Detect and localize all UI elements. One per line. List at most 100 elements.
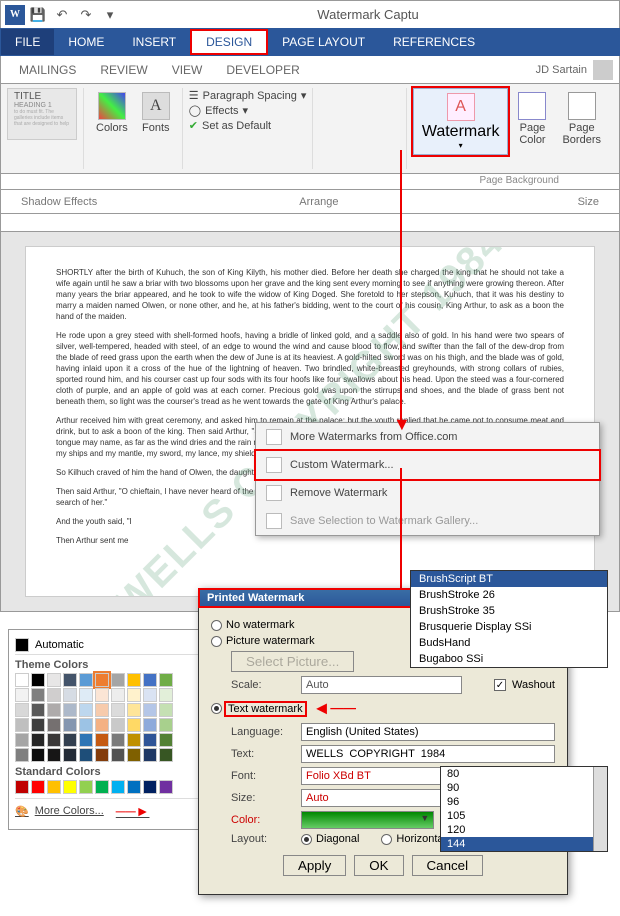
tab-references[interactable]: REFERENCES (379, 29, 489, 55)
color-swatch[interactable] (127, 703, 141, 717)
color-swatch[interactable] (95, 673, 109, 687)
color-swatch[interactable] (15, 748, 29, 762)
color-swatch[interactable] (127, 688, 141, 702)
color-swatch[interactable] (31, 780, 45, 794)
color-swatch[interactable] (63, 780, 77, 794)
color-swatch[interactable] (15, 733, 29, 747)
color-swatch[interactable] (143, 733, 157, 747)
color-swatch[interactable] (143, 748, 157, 762)
tab-insert[interactable]: INSERT (118, 29, 190, 55)
user-avatar-icon[interactable] (593, 60, 613, 80)
text-input[interactable] (301, 745, 555, 763)
color-swatch[interactable] (15, 780, 29, 794)
color-swatch[interactable] (143, 688, 157, 702)
size-option[interactable]: 96 (441, 795, 607, 809)
menu-more-watermarks[interactable]: More Watermarks from Office.com (256, 423, 599, 451)
color-swatch[interactable] (111, 780, 125, 794)
size-option[interactable]: 120 (441, 823, 607, 837)
tab-design[interactable]: DESIGN (190, 29, 268, 55)
qat-dropdown-icon[interactable]: ▾ (99, 4, 121, 26)
automatic-color[interactable]: Automatic (15, 636, 201, 655)
size-option[interactable]: 105 (441, 809, 607, 823)
color-swatch[interactable] (31, 718, 45, 732)
color-swatch[interactable] (47, 748, 61, 762)
watermark-button[interactable]: A Watermark ▾ (413, 88, 509, 155)
color-swatch[interactable] (47, 673, 61, 687)
font-option[interactable]: Brusquerie Display SSi (411, 619, 607, 635)
color-swatch[interactable] (63, 748, 77, 762)
color-swatch[interactable] (95, 703, 109, 717)
color-swatch[interactable] (79, 733, 93, 747)
size-option[interactable]: 80 (441, 767, 607, 781)
size-list-popup[interactable]: 80 90 96 105 120 144 (440, 766, 608, 852)
paragraph-spacing-button[interactable]: ☰ Paragraph Spacing ▾ (189, 88, 307, 103)
color-swatch[interactable] (127, 780, 141, 794)
color-swatch[interactable] (79, 718, 93, 732)
color-swatch[interactable] (63, 673, 77, 687)
undo-icon[interactable]: ↶ (51, 4, 73, 26)
ruler[interactable] (0, 214, 620, 232)
apply-button[interactable]: Apply (283, 855, 346, 876)
menu-remove-watermark[interactable]: Remove Watermark (256, 479, 599, 507)
more-colors[interactable]: 🎨More Colors...──► (15, 798, 201, 823)
font-option[interactable]: BrushStroke 35 (411, 603, 607, 619)
color-picker-button[interactable] (301, 811, 434, 829)
color-swatch[interactable] (159, 688, 173, 702)
color-swatch[interactable] (79, 673, 93, 687)
color-swatch[interactable] (95, 733, 109, 747)
color-swatch[interactable] (63, 733, 77, 747)
font-option[interactable]: BudsHand (411, 635, 607, 651)
radio-diagonal[interactable]: Diagonal (301, 833, 359, 845)
color-swatch[interactable] (95, 688, 109, 702)
color-swatch[interactable] (47, 780, 61, 794)
color-swatch[interactable] (111, 673, 125, 687)
color-swatch[interactable] (15, 688, 29, 702)
color-swatch[interactable] (127, 733, 141, 747)
tab-mailings[interactable]: MAILINGS (7, 63, 88, 77)
radio-horizontal[interactable]: Horizontal (381, 833, 446, 845)
color-swatch[interactable] (159, 748, 173, 762)
tab-file[interactable]: FILE (1, 29, 54, 55)
radio-text-watermark[interactable]: Text watermark◄── (211, 698, 555, 719)
color-swatch[interactable] (15, 718, 29, 732)
color-swatch[interactable] (159, 703, 173, 717)
tab-page-layout[interactable]: PAGE LAYOUT (268, 29, 379, 55)
font-option[interactable]: BrushStroke 26 (411, 587, 607, 603)
color-swatch[interactable] (95, 718, 109, 732)
color-swatch[interactable] (79, 688, 93, 702)
color-swatch[interactable] (79, 748, 93, 762)
style-preview[interactable]: TITLE HEADING 1 to do must fit. The gall… (7, 88, 77, 140)
font-option[interactable]: Bugaboo SSi (411, 651, 607, 667)
font-option[interactable]: BrushScript BT (411, 571, 607, 587)
color-swatch[interactable] (47, 688, 61, 702)
tab-developer[interactable]: DEVELOPER (214, 63, 311, 77)
effects-button[interactable]: ◯ Effects ▾ (189, 103, 307, 118)
color-swatch[interactable] (111, 733, 125, 747)
color-swatch[interactable] (63, 703, 77, 717)
colors-button[interactable]: Colors (90, 88, 134, 138)
color-swatch[interactable] (31, 673, 45, 687)
font-list-popup[interactable]: BrushScript BT BrushStroke 26 BrushStrok… (410, 570, 608, 668)
color-swatch[interactable] (79, 780, 93, 794)
color-swatch[interactable] (31, 748, 45, 762)
color-swatch[interactable] (15, 703, 29, 717)
color-swatch[interactable] (127, 748, 141, 762)
color-swatch[interactable] (143, 780, 157, 794)
save-icon[interactable]: 💾 (27, 4, 49, 26)
color-swatch[interactable] (143, 673, 157, 687)
cancel-button[interactable]: Cancel (412, 855, 484, 876)
color-swatch[interactable] (159, 673, 173, 687)
scrollbar[interactable] (593, 767, 607, 851)
color-swatch[interactable] (31, 688, 45, 702)
color-swatch[interactable] (111, 688, 125, 702)
color-swatch[interactable] (127, 673, 141, 687)
size-option[interactable]: 90 (441, 781, 607, 795)
page-borders-button[interactable]: PageBorders (556, 88, 607, 150)
color-swatch[interactable] (95, 780, 109, 794)
color-swatch[interactable] (159, 780, 173, 794)
tab-view[interactable]: VIEW (160, 63, 215, 77)
color-swatch[interactable] (143, 703, 157, 717)
color-swatch[interactable] (159, 718, 173, 732)
color-swatch[interactable] (127, 718, 141, 732)
ok-button[interactable]: OK (354, 855, 403, 876)
